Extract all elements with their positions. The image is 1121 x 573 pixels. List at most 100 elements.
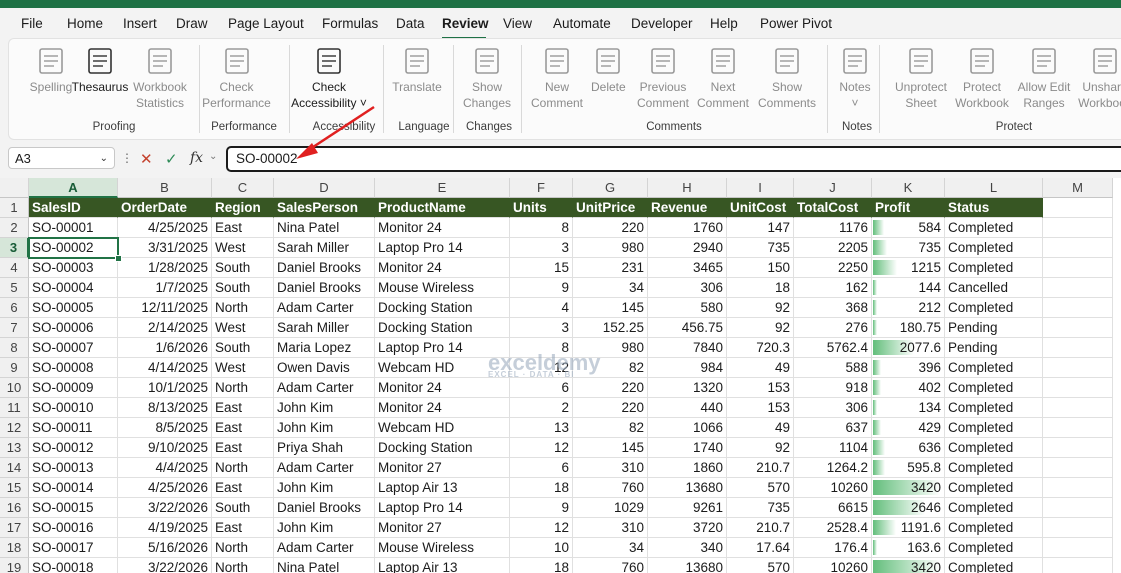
data-cell[interactable] (1043, 538, 1113, 558)
data-cell[interactable]: Completed (945, 358, 1043, 378)
translate-button[interactable]: Translate (391, 45, 443, 95)
tab-formulas[interactable]: Formulas (322, 16, 378, 31)
data-cell[interactable]: 1029 (573, 498, 648, 518)
column-header-L[interactable]: L (945, 178, 1043, 198)
tab-file[interactable]: File (21, 16, 43, 31)
data-cell[interactable]: 1264.2 (794, 458, 872, 478)
data-cell[interactable]: Adam Carter (274, 538, 375, 558)
row-header-5[interactable]: 5 (0, 278, 29, 298)
data-cell[interactable]: 3720 (648, 518, 727, 538)
data-cell[interactable]: 8/13/2025 (118, 398, 212, 418)
data-cell[interactable]: 2528.4 (794, 518, 872, 538)
data-cell[interactable]: 1740 (648, 438, 727, 458)
data-cell[interactable]: 3 (510, 318, 573, 338)
unshare-workbook-button[interactable]: Unshare Workbook (1075, 45, 1121, 111)
data-cell[interactable]: SO-00002 (29, 238, 118, 258)
data-cell[interactable]: Daniel Brooks (274, 278, 375, 298)
data-cell[interactable]: Webcam HD (375, 418, 510, 438)
data-cell[interactable]: West (212, 358, 274, 378)
data-cell[interactable]: 145 (573, 298, 648, 318)
data-cell[interactable] (1043, 218, 1113, 238)
data-cell[interactable]: SO-00004 (29, 278, 118, 298)
tab-home[interactable]: Home (67, 16, 103, 31)
data-cell[interactable]: 5/16/2026 (118, 538, 212, 558)
data-cell[interactable]: 9/10/2025 (118, 438, 212, 458)
data-cell[interactable]: 9 (510, 278, 573, 298)
data-cell[interactable]: East (212, 418, 274, 438)
data-cell[interactable] (1043, 358, 1113, 378)
data-cell[interactable]: 984 (648, 358, 727, 378)
data-cell[interactable]: Priya Shah (274, 438, 375, 458)
data-cell[interactable] (1043, 338, 1113, 358)
data-cell[interactable]: North (212, 378, 274, 398)
data-cell[interactable]: 1860 (648, 458, 727, 478)
data-cell[interactable]: SO-00010 (29, 398, 118, 418)
data-cell[interactable]: 18 (727, 278, 794, 298)
column-header-H[interactable]: H (648, 178, 727, 198)
fill-handle[interactable] (115, 255, 122, 262)
data-cell[interactable]: Maria Lopez (274, 338, 375, 358)
data-cell[interactable]: 49 (727, 358, 794, 378)
data-cell[interactable]: 92 (727, 438, 794, 458)
header-cell[interactable]: Revenue (648, 198, 727, 218)
tab-data[interactable]: Data (396, 16, 425, 31)
data-cell[interactable]: Laptop Pro 14 (375, 238, 510, 258)
data-cell[interactable]: 12/11/2025 (118, 298, 212, 318)
data-cell[interactable]: 92 (727, 298, 794, 318)
data-cell[interactable]: Monitor 27 (375, 518, 510, 538)
insert-function-button[interactable]: fx (190, 150, 203, 166)
data-cell[interactable]: 1191.6 (872, 518, 945, 538)
data-cell[interactable]: 1/28/2025 (118, 258, 212, 278)
data-cell[interactable]: Monitor 24 (375, 218, 510, 238)
chevron-down-icon[interactable]: ⌄ (100, 148, 108, 170)
data-cell[interactable]: Completed (945, 558, 1043, 573)
data-cell[interactable]: Laptop Pro 14 (375, 498, 510, 518)
column-header-J[interactable]: J (794, 178, 872, 198)
column-header-I[interactable]: I (727, 178, 794, 198)
data-cell[interactable]: SO-00015 (29, 498, 118, 518)
data-cell[interactable]: 396 (872, 358, 945, 378)
data-cell[interactable]: 306 (794, 398, 872, 418)
data-cell[interactable]: Nina Patel (274, 558, 375, 573)
data-cell[interactable]: 6615 (794, 498, 872, 518)
header-cell[interactable]: Units (510, 198, 573, 218)
header-cell[interactable]: UnitPrice (573, 198, 648, 218)
data-cell[interactable]: 212 (872, 298, 945, 318)
data-cell[interactable]: 4/4/2025 (118, 458, 212, 478)
data-cell[interactable]: 760 (573, 558, 648, 573)
data-cell[interactable]: 210.7 (727, 458, 794, 478)
data-cell[interactable]: John Kim (274, 418, 375, 438)
data-cell[interactable]: 13680 (648, 558, 727, 573)
row-header-6[interactable]: 6 (0, 298, 29, 318)
thesaurus-button[interactable]: Thesaurus (69, 45, 131, 95)
data-cell[interactable]: South (212, 278, 274, 298)
header-cell[interactable]: OrderDate (118, 198, 212, 218)
data-cell[interactable]: 6 (510, 378, 573, 398)
column-header-K[interactable]: K (872, 178, 945, 198)
data-cell[interactable]: 6 (510, 458, 573, 478)
row-header-10[interactable]: 10 (0, 378, 29, 398)
data-cell[interactable]: Monitor 24 (375, 398, 510, 418)
data-cell[interactable]: 134 (872, 398, 945, 418)
data-cell[interactable]: 570 (727, 478, 794, 498)
header-cell[interactable]: UnitCost (727, 198, 794, 218)
show-comments-button[interactable]: Show Comments (755, 45, 819, 111)
data-cell[interactable]: 3420 (872, 558, 945, 573)
data-cell[interactable]: 760 (573, 478, 648, 498)
data-cell[interactable]: 570 (727, 558, 794, 573)
data-cell[interactable]: SO-00013 (29, 458, 118, 478)
data-cell[interactable]: 9261 (648, 498, 727, 518)
tab-developer[interactable]: Developer (631, 16, 693, 31)
data-cell[interactable]: 150 (727, 258, 794, 278)
data-cell[interactable]: Completed (945, 498, 1043, 518)
tab-power-pivot[interactable]: Power Pivot (760, 16, 832, 31)
data-cell[interactable]: 163.6 (872, 538, 945, 558)
data-cell[interactable]: Pending (945, 318, 1043, 338)
data-cell[interactable]: John Kim (274, 398, 375, 418)
data-cell[interactable]: South (212, 258, 274, 278)
data-cell[interactable]: 210.7 (727, 518, 794, 538)
data-cell[interactable]: 2250 (794, 258, 872, 278)
column-header-B[interactable]: B (118, 178, 212, 198)
data-cell[interactable]: Mouse Wireless (375, 278, 510, 298)
data-cell[interactable] (1043, 478, 1113, 498)
